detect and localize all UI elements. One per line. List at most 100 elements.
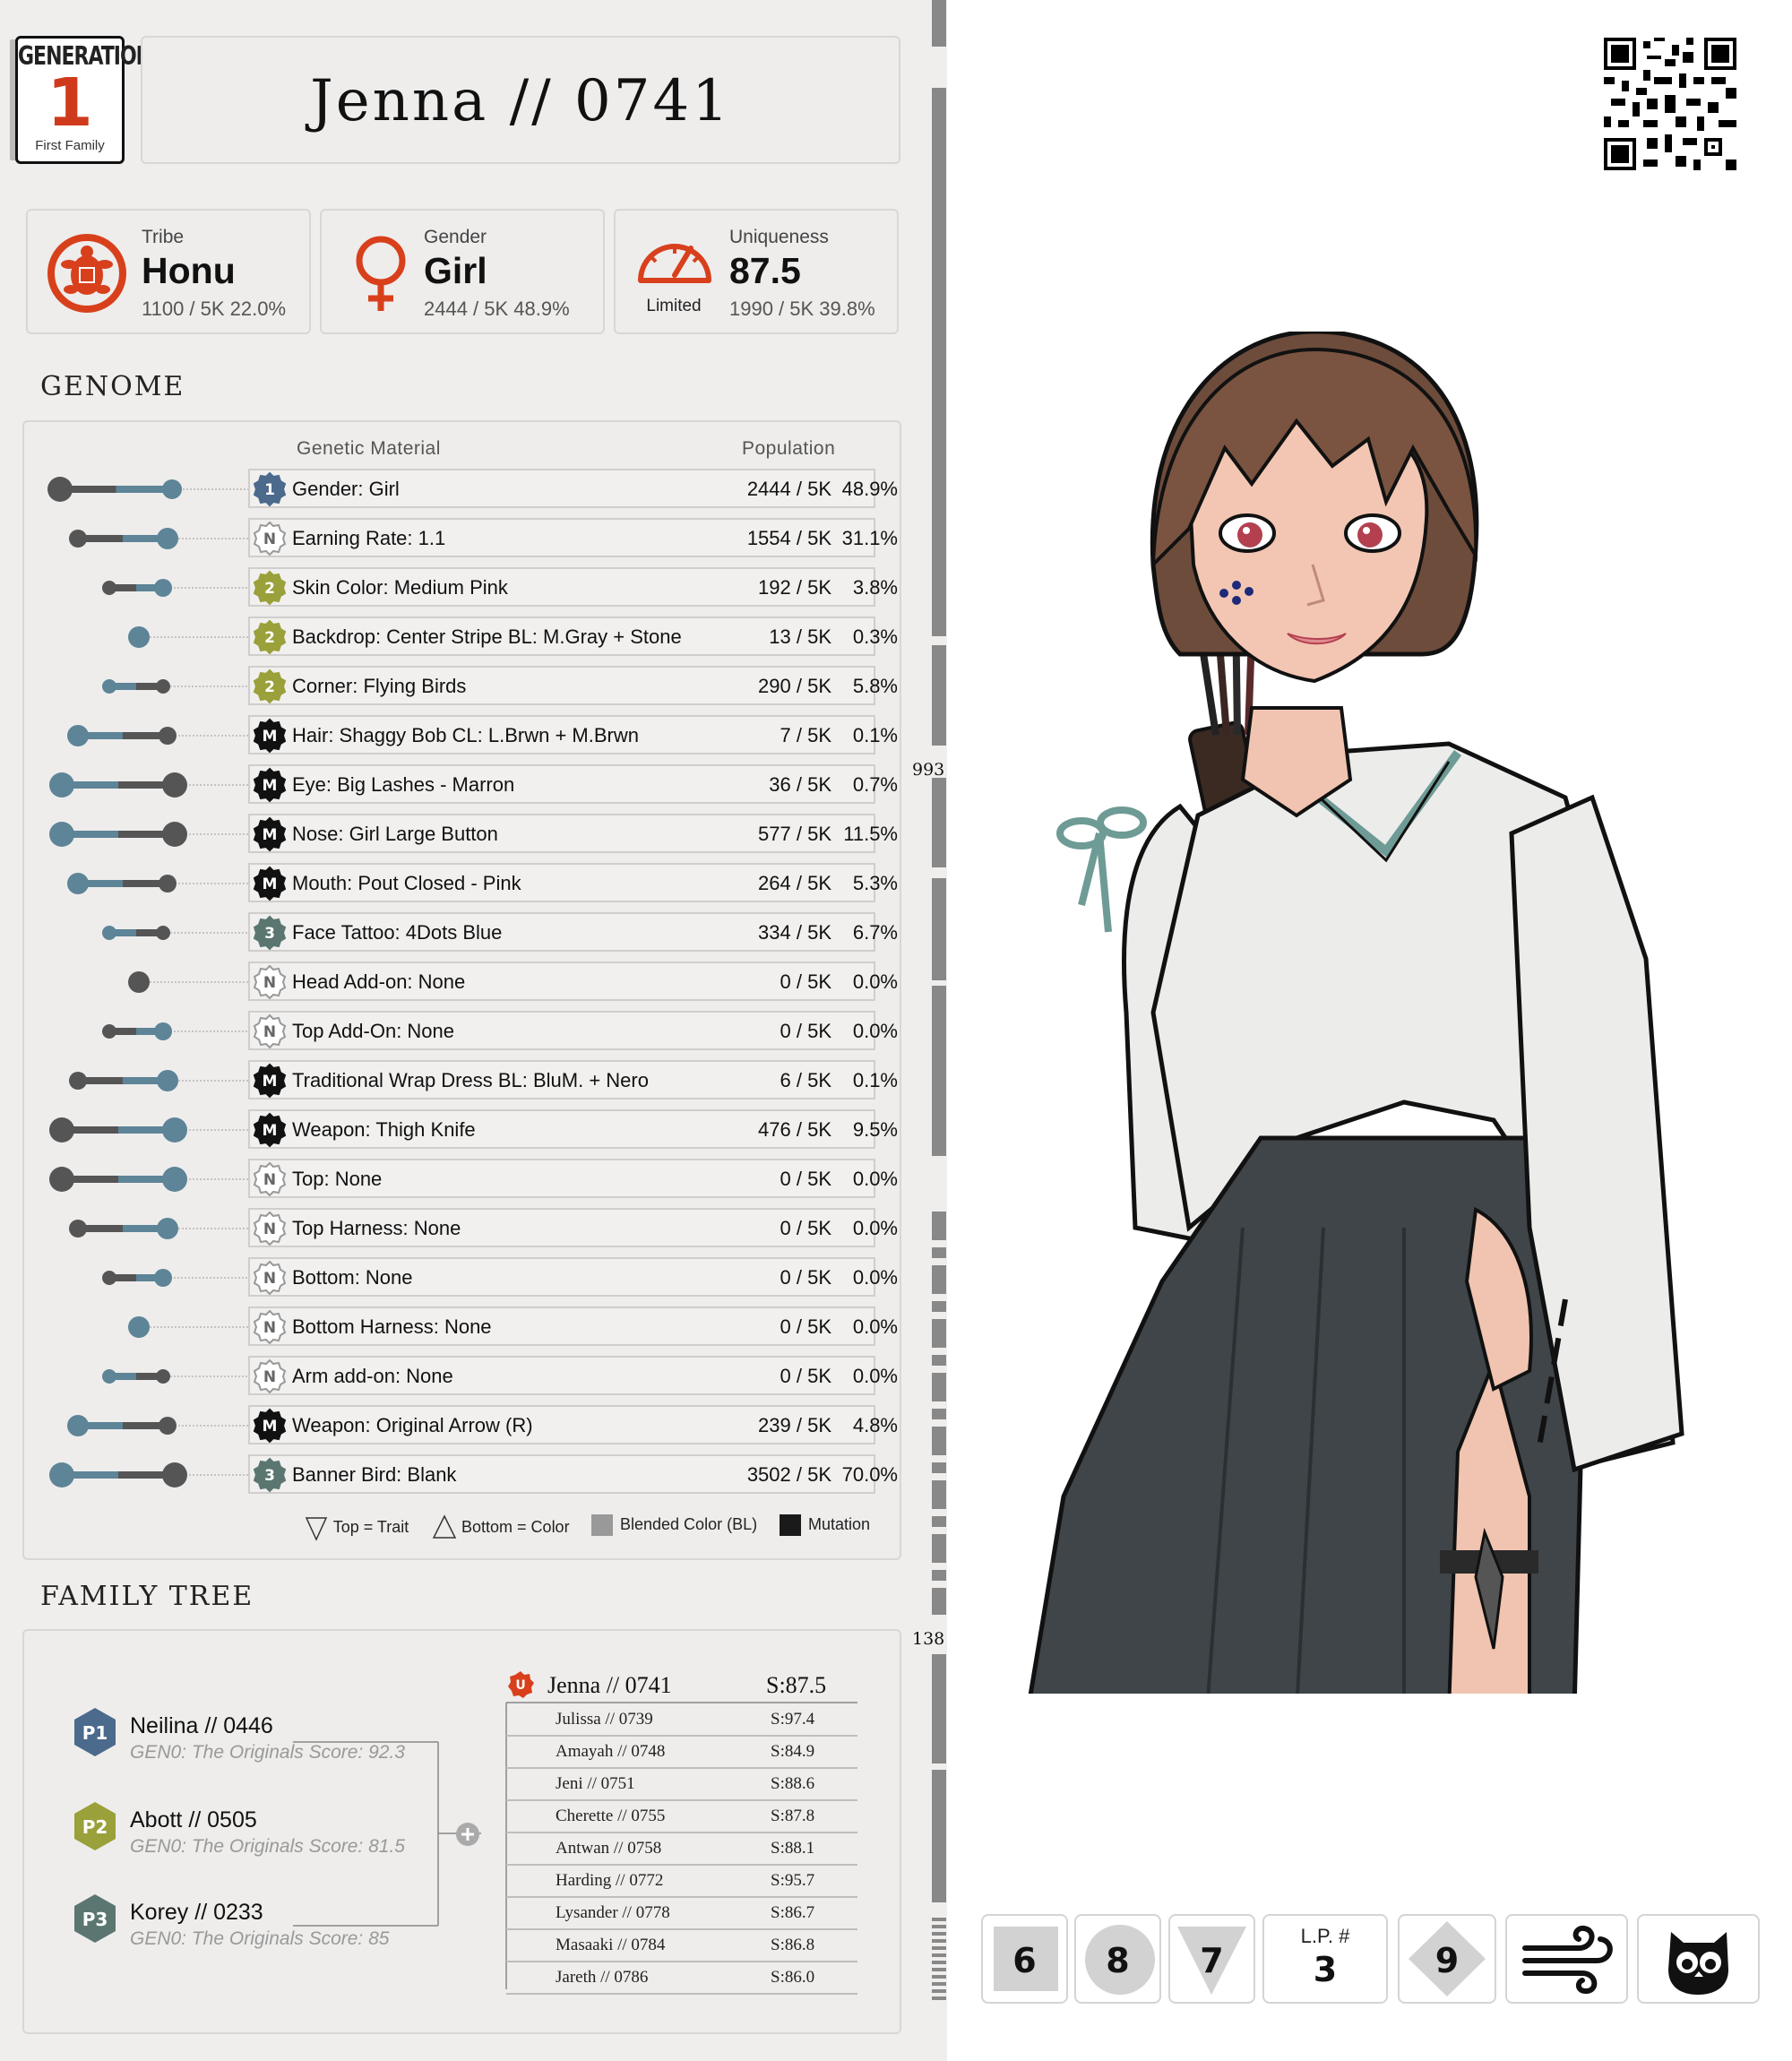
badge-square[interactable]: 6 bbox=[981, 1914, 1068, 2004]
badge-circle[interactable]: 8 bbox=[1074, 1914, 1161, 2004]
gender-value: Girl bbox=[424, 250, 487, 291]
genome-row[interactable]: M Mouth: Pout Closed - Pink 264 / 5K 5.3% bbox=[24, 863, 903, 904]
sibling-name: Cherette // 0755 bbox=[556, 1807, 666, 1825]
gene-name: Backdrop: Center Stripe BL: M.Gray + Sto… bbox=[292, 625, 682, 648]
svg-text:N: N bbox=[263, 1319, 276, 1337]
gene-name: Skin Color: Medium Pink bbox=[292, 576, 508, 599]
sibling-row[interactable]: Antwan // 0758 S:88.1 bbox=[506, 1833, 857, 1866]
scroll-tick bbox=[932, 1961, 946, 1964]
blend-swatch bbox=[591, 1514, 613, 1536]
sibling-score: S:87.8 bbox=[771, 1807, 815, 1825]
genome-row[interactable]: 3 Banner Bird: Blank 3502 / 5K 70.0% bbox=[24, 1454, 903, 1496]
tribe-stat: 1100 / 5K 22.0% bbox=[142, 298, 287, 320]
gene-name: Hair: Shaggy Bob CL: L.Brwn + M.Brwn bbox=[292, 724, 639, 746]
scroll-mark bbox=[932, 986, 946, 1156]
tribe-label: Tribe bbox=[142, 227, 185, 247]
genome-row[interactable]: N Head Add-on: None 0 / 5K 0.0% bbox=[24, 962, 903, 1003]
genome-row[interactable]: N Top: None 0 / 5K 0.0% bbox=[24, 1159, 903, 1200]
gene-count: 577 / 5K bbox=[758, 823, 831, 845]
gene-connector-icon bbox=[49, 1117, 248, 1143]
svg-text:M: M bbox=[263, 1418, 278, 1436]
plus-icon bbox=[456, 1823, 479, 1846]
scroll-tick bbox=[932, 1975, 946, 1979]
uniqueness-stat: 1990 / 5K 39.8% bbox=[729, 298, 875, 320]
genome-row[interactable]: 2 Backdrop: Center Stripe BL: M.Gray + St… bbox=[24, 617, 903, 658]
genome-row[interactable]: N Bottom Harness: None 0 / 5K 0.0% bbox=[24, 1306, 903, 1348]
sibling-row[interactable]: Masaaki // 0784 S:86.8 bbox=[506, 1930, 857, 1962]
gene-count: 0 / 5K bbox=[780, 1020, 831, 1042]
scroll-mark bbox=[932, 1770, 946, 1902]
genome-row[interactable]: M Hair: Shaggy Bob CL: L.Brwn + M.Brwn 7 /… bbox=[24, 715, 903, 756]
sibling-row[interactable]: Jareth // 0786 S:86.0 bbox=[506, 1962, 857, 1995]
gene-count: 0 / 5K bbox=[780, 1168, 831, 1190]
sibling-row[interactable]: Lysander // 0778 S:86.7 bbox=[506, 1898, 857, 1930]
gene-tier-icon: N bbox=[253, 521, 287, 556]
svg-text:2: 2 bbox=[264, 580, 275, 598]
unique-badge-icon: U bbox=[508, 1671, 534, 1698]
genome-row[interactable]: 3 Face Tattoo: 4Dots Blue 334 / 5K 6.7% bbox=[24, 912, 903, 953]
gene-name: Mouth: Pout Closed - Pink bbox=[292, 872, 521, 894]
sibling-row[interactable]: Amayah // 0748 S:84.9 bbox=[506, 1737, 857, 1769]
genome-row[interactable]: M Weapon: Original Arrow (R) 239 / 5K 4.8% bbox=[24, 1405, 903, 1446]
qr-code-icon[interactable] bbox=[1604, 38, 1736, 170]
gene-tier-icon: 2 bbox=[253, 668, 287, 704]
owl-badge[interactable] bbox=[1637, 1914, 1760, 2004]
scroll-mark bbox=[932, 778, 946, 867]
gene-connector-icon bbox=[67, 1415, 248, 1436]
badge-triangle[interactable]: 7 bbox=[1168, 1914, 1255, 2004]
genome-row[interactable]: 1 Gender: Girl 2444 / 5K 48.9% bbox=[24, 469, 903, 510]
genome-row[interactable]: N Top Harness: None 0 / 5K 0.0% bbox=[24, 1208, 903, 1249]
gene-tier-icon: 3 bbox=[253, 1457, 287, 1493]
sibling-row[interactable]: Cherette // 0755 S:87.8 bbox=[506, 1801, 857, 1833]
svg-text:M: M bbox=[263, 1073, 278, 1091]
svg-text:N: N bbox=[263, 530, 276, 548]
svg-text:3: 3 bbox=[264, 925, 275, 943]
genome-row[interactable]: M Eye: Big Lashes - Marron 36 / 5K 0.7% bbox=[24, 764, 903, 806]
gene-count: 0 / 5K bbox=[780, 1365, 831, 1387]
gene-name: Traditional Wrap Dress BL: BluM. + Nero bbox=[292, 1069, 649, 1091]
self-entry: U Jenna // 0741 S:87.5 bbox=[506, 1670, 857, 1701]
sibling-score: S:88.1 bbox=[771, 1839, 815, 1858]
scroll-mark bbox=[932, 645, 946, 746]
gene-tier-icon: N bbox=[253, 1161, 287, 1197]
genome-row[interactable]: M Nose: Girl Large Button 577 / 5K 11.5% bbox=[24, 814, 903, 855]
genetic-material-header: Genetic Material bbox=[297, 438, 441, 459]
gene-percent: 70.0% bbox=[841, 1463, 898, 1486]
sibling-name: Julissa // 0739 bbox=[556, 1710, 653, 1729]
life-path-badge[interactable]: L.P. # 3 bbox=[1262, 1914, 1388, 2004]
sibling-row[interactable]: Jeni // 0751 S:88.6 bbox=[506, 1769, 857, 1801]
scroll-tick bbox=[932, 1932, 946, 1936]
sibling-score: S:86.8 bbox=[771, 1936, 815, 1954]
genome-row[interactable]: N Earning Rate: 1.1 1554 / 5K 31.1% bbox=[24, 518, 903, 559]
genome-row[interactable]: N Top Add-On: None 0 / 5K 0.0% bbox=[24, 1011, 903, 1052]
gene-tier-icon: M bbox=[253, 816, 287, 852]
genome-row[interactable]: M Weapon: Thigh Knife 476 / 5K 9.5% bbox=[24, 1109, 903, 1151]
sibling-score: S:84.9 bbox=[771, 1742, 815, 1761]
gene-percent: 5.8% bbox=[852, 675, 898, 697]
family-tree-title: FAMILY TREE bbox=[40, 1581, 254, 1612]
gene-tier-icon: N bbox=[253, 1309, 287, 1345]
gene-name: Top Add-On: None bbox=[292, 1020, 455, 1042]
genome-row[interactable]: N Arm add-on: None 0 / 5K 0.0% bbox=[24, 1356, 903, 1397]
gene-name: Head Add-on: None bbox=[292, 970, 466, 993]
scroll-tick bbox=[932, 1301, 946, 1312]
gene-tier-icon: M bbox=[253, 1063, 287, 1099]
svg-text:M: M bbox=[263, 1122, 278, 1140]
genome-row[interactable]: 2 Skin Color: Medium Pink 192 / 5K 3.8% bbox=[24, 567, 903, 608]
sibling-row[interactable]: Harding // 0772 S:95.7 bbox=[506, 1866, 857, 1898]
scroll-tick bbox=[932, 1247, 946, 1258]
gene-name: Earning Rate: 1.1 bbox=[292, 527, 446, 549]
life-path-value: 3 bbox=[1313, 1950, 1338, 1989]
svg-text:3: 3 bbox=[264, 1467, 275, 1485]
wind-badge[interactable] bbox=[1505, 1914, 1628, 2004]
gene-percent: 6.7% bbox=[852, 921, 898, 944]
genome-row[interactable]: N Bottom: None 0 / 5K 0.0% bbox=[24, 1257, 903, 1298]
sibling-row[interactable]: Julissa // 0739 S:97.4 bbox=[506, 1704, 857, 1737]
genome-row[interactable]: 2 Corner: Flying Birds 290 / 5K 5.8% bbox=[24, 666, 903, 707]
gene-name: Eye: Big Lashes - Marron bbox=[292, 773, 515, 796]
page-title: Jenna // 0741 bbox=[310, 68, 731, 134]
gene-count: 36 / 5K bbox=[769, 773, 831, 796]
gene-name: Bottom Harness: None bbox=[292, 1315, 492, 1338]
badge-diamond[interactable]: 9 bbox=[1398, 1914, 1496, 2004]
genome-row[interactable]: M Traditional Wrap Dress BL: BluM. + Nero… bbox=[24, 1060, 903, 1101]
